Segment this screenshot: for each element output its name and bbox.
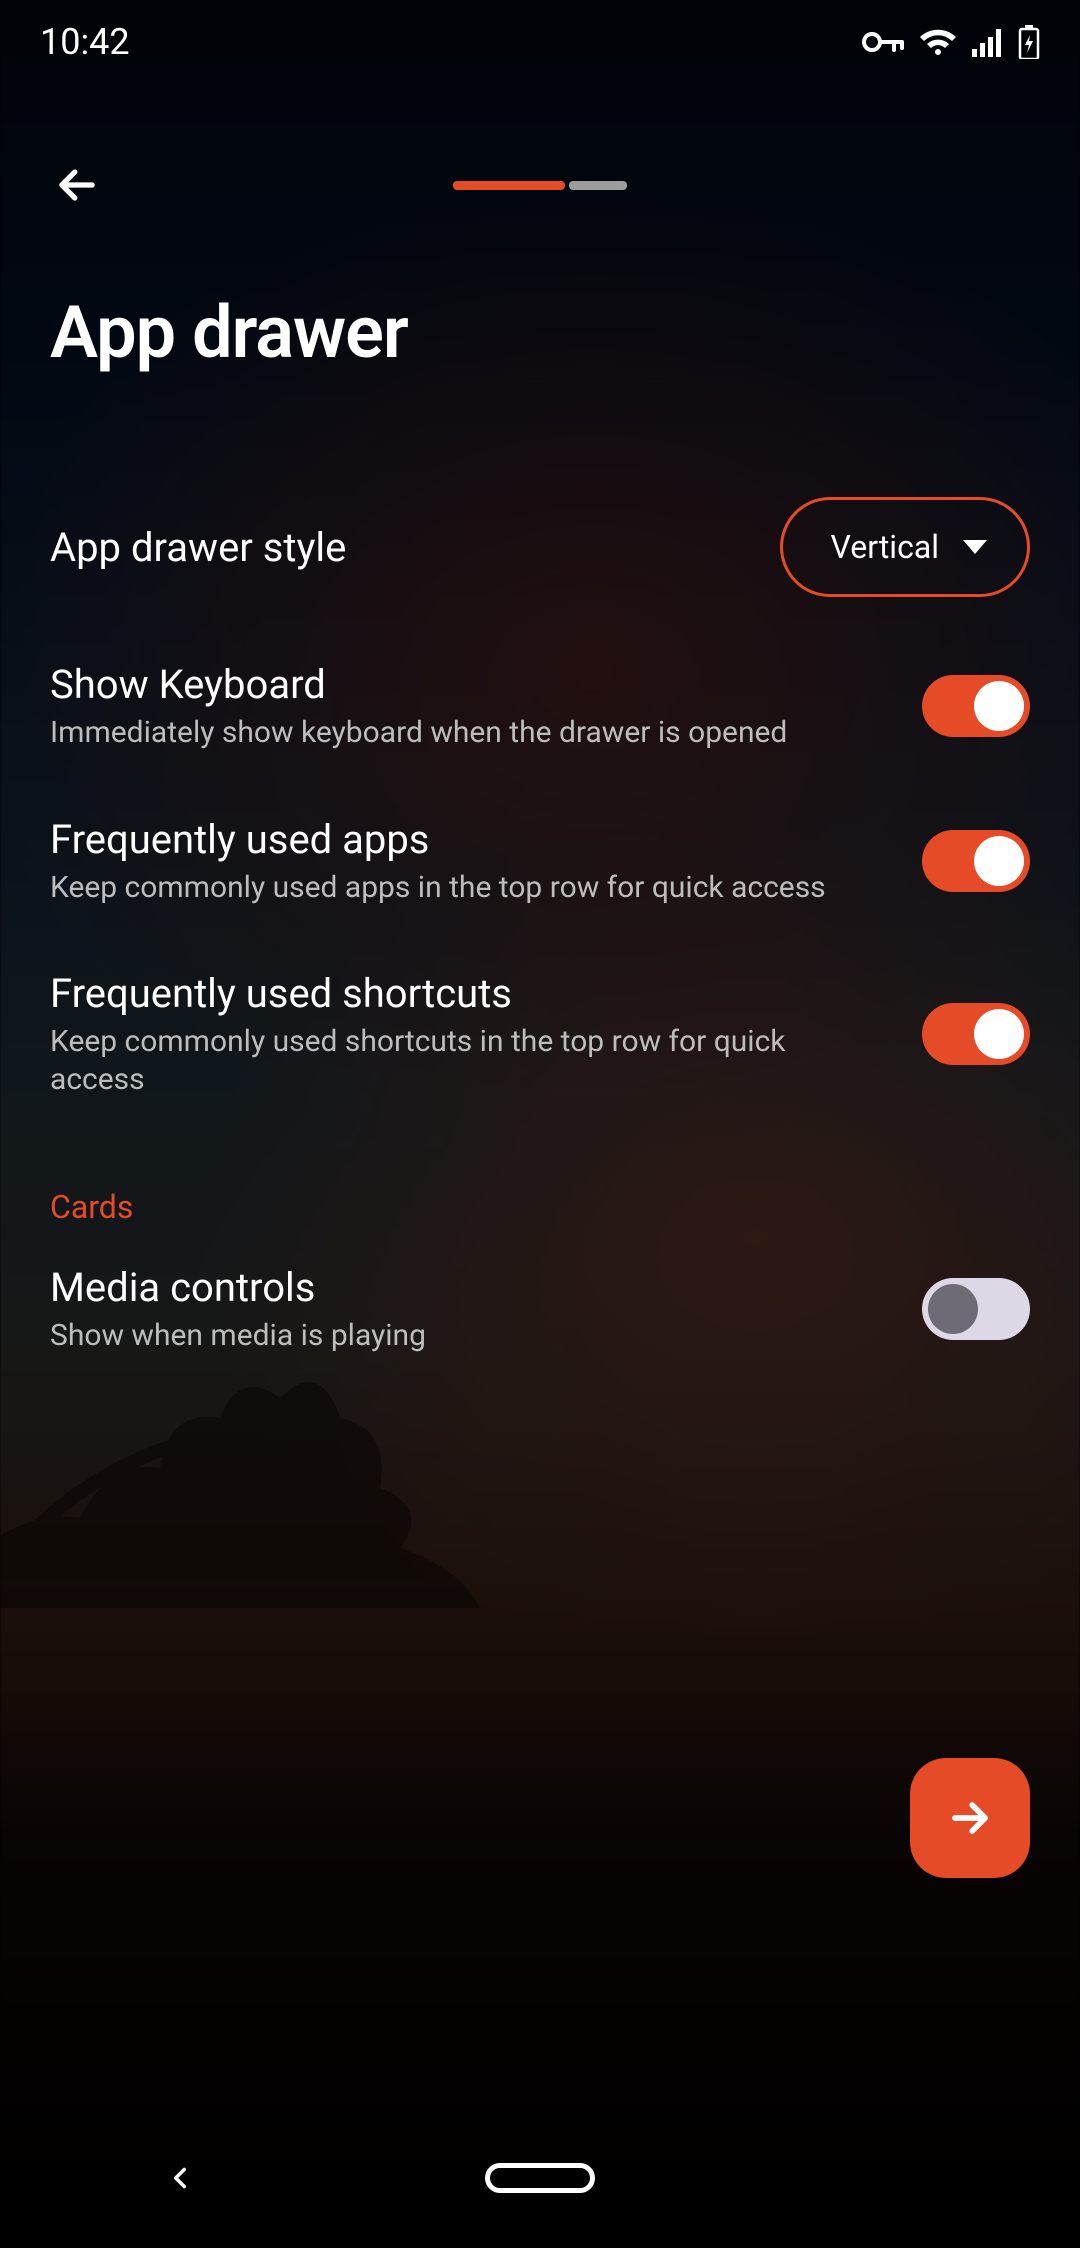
top-bar xyxy=(0,130,1080,240)
frequently-used-shortcuts-toggle[interactable] xyxy=(922,1003,1030,1065)
progress-segment-remaining xyxy=(569,181,627,190)
row-text: App drawer style xyxy=(50,524,780,571)
caret-down-icon xyxy=(963,540,987,554)
home-pill-icon xyxy=(485,2163,595,2193)
status-time: 10:42 xyxy=(40,21,130,63)
content-area: App drawer App drawer style Vertical Sho… xyxy=(50,290,1030,2248)
vpn-key-icon xyxy=(862,28,904,56)
row-text: Show Keyboard Immediately show keyboard … xyxy=(50,661,922,752)
row-media-controls[interactable]: Media controls Show when media is playin… xyxy=(50,1232,1030,1387)
system-back-button[interactable] xyxy=(80,2138,280,2218)
row-subtitle: Keep commonly used shortcuts in the top … xyxy=(50,1023,882,1098)
chevron-left-icon xyxy=(163,2154,197,2202)
row-title: App drawer style xyxy=(50,524,740,571)
row-app-drawer-style[interactable]: App drawer style Vertical xyxy=(50,465,1030,629)
row-frequently-used-apps[interactable]: Frequently used apps Keep commonly used … xyxy=(50,784,1030,939)
setup-progress-indicator xyxy=(453,181,627,190)
status-icons xyxy=(862,25,1040,59)
dropdown-value: Vertical xyxy=(831,528,939,566)
row-title: Show Keyboard xyxy=(50,661,882,708)
row-frequently-used-shortcuts[interactable]: Frequently used shortcuts Keep commonly … xyxy=(50,938,1030,1130)
progress-segment-done xyxy=(453,181,565,190)
system-home-button[interactable] xyxy=(440,2138,640,2218)
row-subtitle: Show when media is playing xyxy=(50,1317,882,1355)
show-keyboard-toggle[interactable] xyxy=(922,675,1030,737)
back-button[interactable] xyxy=(42,150,112,220)
row-show-keyboard[interactable]: Show Keyboard Immediately show keyboard … xyxy=(50,629,1030,784)
row-text: Frequently used shortcuts Keep commonly … xyxy=(50,970,922,1098)
wifi-icon xyxy=(918,27,958,57)
next-fab[interactable] xyxy=(910,1758,1030,1878)
row-title: Media controls xyxy=(50,1264,882,1311)
page-title: App drawer xyxy=(50,290,1030,375)
row-title: Frequently used shortcuts xyxy=(50,970,882,1017)
row-subtitle: Keep commonly used apps in the top row f… xyxy=(50,869,882,907)
row-text: Frequently used apps Keep commonly used … xyxy=(50,816,922,907)
row-subtitle: Immediately show keyboard when the drawe… xyxy=(50,714,882,752)
section-header-cards: Cards xyxy=(50,1188,1030,1226)
cellular-signal-icon xyxy=(972,27,1004,57)
app-drawer-style-dropdown[interactable]: Vertical xyxy=(780,497,1030,597)
arrow-left-icon xyxy=(51,159,103,211)
media-controls-toggle[interactable] xyxy=(922,1278,1030,1340)
row-title: Frequently used apps xyxy=(50,816,882,863)
row-text: Media controls Show when media is playin… xyxy=(50,1264,922,1355)
battery-charging-icon xyxy=(1018,25,1040,59)
status-bar: 10:42 xyxy=(0,0,1080,84)
system-nav-bar xyxy=(0,2108,1080,2248)
arrow-right-icon xyxy=(944,1792,996,1844)
frequently-used-apps-toggle[interactable] xyxy=(922,830,1030,892)
